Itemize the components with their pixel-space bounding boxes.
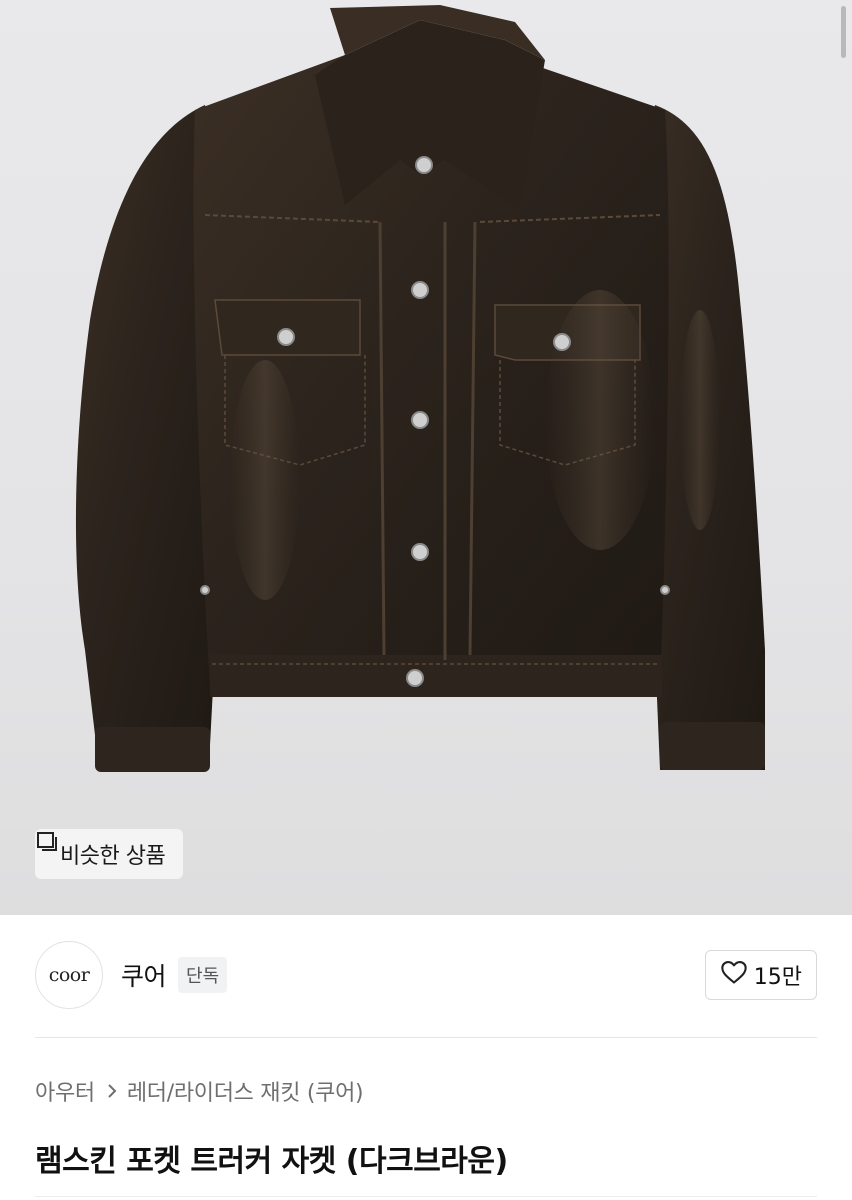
heart-outline-icon bbox=[720, 959, 748, 991]
scroll-indicator[interactable] bbox=[841, 6, 846, 58]
breadcrumb-subcategory[interactable]: 레더/라이더스 재킷 (쿠어) bbox=[127, 1075, 364, 1107]
brand-logo[interactable]: coor bbox=[35, 941, 103, 1009]
like-button[interactable]: 15만 bbox=[704, 950, 817, 1000]
seller-row: coor 쿠어 단독 15만 bbox=[35, 940, 817, 1010]
similar-items-button[interactable]: 비슷한 상품 bbox=[35, 829, 184, 879]
chevron-right-icon bbox=[107, 1083, 117, 1099]
divider bbox=[35, 1037, 817, 1038]
divider bbox=[35, 1196, 817, 1197]
leather-jacket-illustration bbox=[75, 5, 765, 772]
product-title: 램스킨 포켓 트러커 자켓 (다크브라운) bbox=[35, 1144, 508, 1179]
exclusive-badge: 단독 bbox=[178, 957, 228, 993]
like-count: 15만 bbox=[753, 965, 802, 990]
product-image[interactable]: 비슷한 상품 bbox=[0, 0, 852, 915]
seller-name[interactable]: 쿠어 bbox=[121, 957, 167, 993]
brand-logo-text: coor bbox=[48, 964, 90, 986]
breadcrumb-category[interactable]: 아우터 bbox=[35, 1075, 95, 1107]
breadcrumb: 아우터 레더/라이더스 재킷 (쿠어) bbox=[35, 1075, 364, 1107]
similar-items-label: 비슷한 상품 bbox=[60, 844, 166, 869]
